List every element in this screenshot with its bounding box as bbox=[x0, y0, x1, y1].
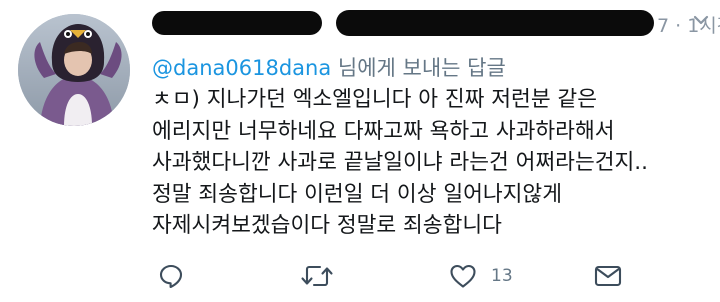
retweet-icon bbox=[301, 265, 333, 287]
retweet-button[interactable] bbox=[300, 258, 334, 294]
tweet-text-line: ㅊㅁ) 지나가던 엑소엘입니다 아 진짜 저런분 같은 bbox=[152, 87, 597, 112]
reply-icon bbox=[159, 264, 183, 289]
direct-message-button[interactable] bbox=[594, 258, 622, 294]
redacted-username bbox=[336, 10, 654, 36]
reply-to-handle[interactable]: @dana0618dana bbox=[152, 56, 331, 80]
reply-context-suffix: 님에게 보내는 답글 bbox=[331, 56, 506, 80]
redacted-display-name bbox=[152, 11, 322, 35]
chevron-down-icon[interactable] bbox=[693, 14, 709, 26]
tweet-text-line: 정말 죄송합니다 이런일 더 이상 일어나지않게 bbox=[152, 181, 562, 207]
like-count: 13 bbox=[491, 266, 513, 286]
reply-context: @dana0618dana 님에게 보내는 답글 bbox=[152, 52, 506, 82]
reply-button[interactable] bbox=[158, 258, 184, 294]
tweet-text: ㅊㅁ) 지나가던 엑소엘입니다 아 진짜 저런분 같은 에리지만 너무하네요 다… bbox=[152, 84, 712, 242]
envelope-icon bbox=[594, 265, 622, 287]
tweet-text-line: 에리지만 너무하네요 다짜고짜 욕하고 사과하라해서 bbox=[152, 118, 615, 144]
heart-icon bbox=[450, 264, 476, 288]
tweet-actions: 13 bbox=[152, 258, 712, 294]
tweet-text-line: 사과했다니깐 사과로 끝날일이냐 라는건 어쩌라는건지.. bbox=[152, 150, 648, 175]
like-button[interactable]: 13 bbox=[449, 258, 513, 294]
avatar[interactable] bbox=[18, 14, 130, 126]
avatar-image bbox=[18, 14, 130, 126]
tweet-header: 7 · 1시간 bbox=[152, 10, 720, 37]
tweet-text-line: 자제시켜보겠습이다 정말로 죄송합니다 bbox=[152, 213, 502, 238]
tweet-timestamp[interactable]: 7 · 1시간 bbox=[657, 11, 720, 38]
